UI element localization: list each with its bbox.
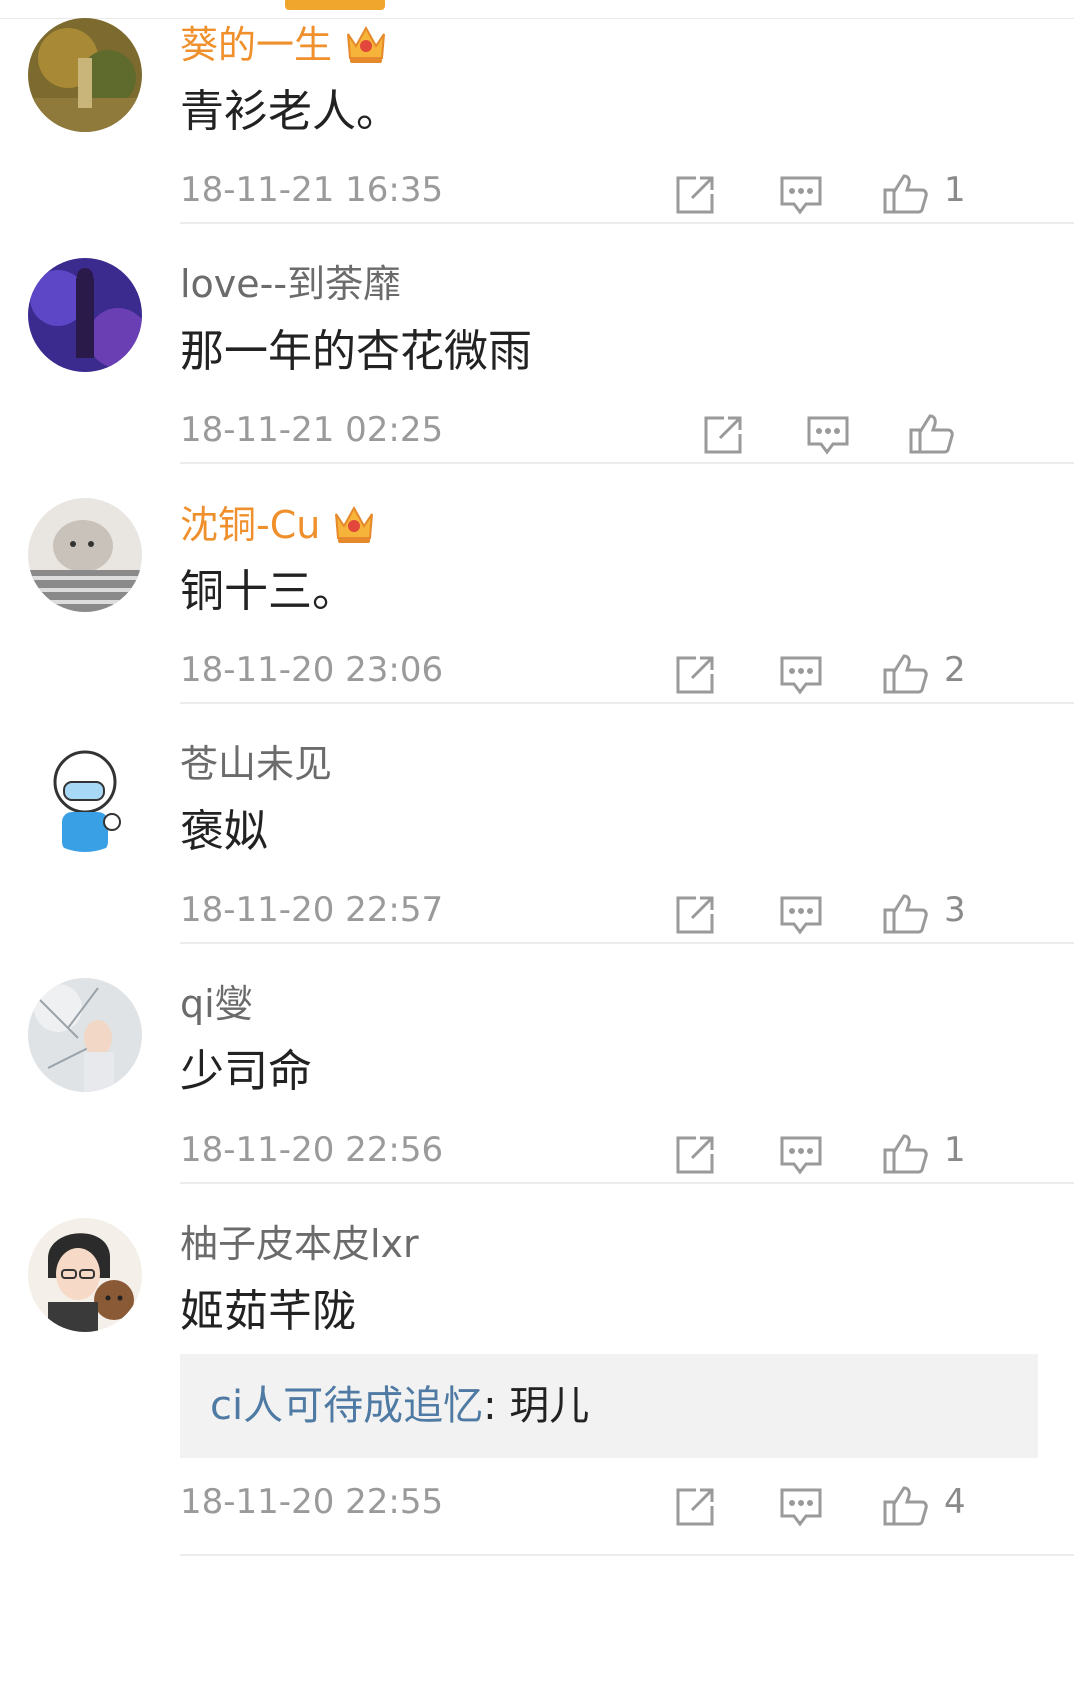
reply-separator: :: [483, 1383, 510, 1429]
thumbs-up-icon[interactable]: [882, 170, 928, 216]
like-count: 1: [944, 170, 966, 210]
divider: [180, 1554, 1074, 1556]
avatar[interactable]: [28, 258, 142, 372]
like-count: 4: [944, 1482, 966, 1522]
comment-text: 姬茹芊陇: [180, 1286, 356, 1337]
comment-icon[interactable]: [778, 892, 824, 938]
share-icon[interactable]: [700, 412, 746, 458]
vip-crown-icon: [335, 505, 374, 543]
thumbs-up-icon[interactable]: [882, 650, 928, 696]
username[interactable]: qi燮: [180, 980, 253, 1028]
like-count: 3: [944, 890, 966, 930]
comment-icon[interactable]: [778, 172, 824, 218]
divider: [180, 942, 1074, 944]
timestamp: 18-11-20 22:55: [180, 1482, 444, 1522]
comment-text: 少司命: [180, 1046, 312, 1097]
username[interactable]: 柚子皮本皮lxr: [180, 1220, 419, 1268]
comment-text: 铜十三。: [180, 566, 356, 617]
divider: [180, 702, 1074, 704]
reply-text: 玥儿: [509, 1383, 590, 1429]
comment-icon[interactable]: [778, 1484, 824, 1530]
username[interactable]: 沈铜-Cu: [180, 500, 378, 549]
username[interactable]: love--到荼靡: [180, 260, 401, 308]
timestamp: 18-11-20 22:57: [180, 890, 444, 930]
reply-username[interactable]: ci人可待成追忆: [210, 1383, 483, 1429]
comment-item: qi燮 少司命 18-11-20 22:56 1: [0, 978, 1074, 1238]
avatar[interactable]: [28, 18, 142, 132]
username[interactable]: 葵的一生: [180, 20, 390, 69]
like-count: 1: [944, 1130, 966, 1170]
username[interactable]: 苍山未见: [180, 740, 332, 788]
avatar[interactable]: [28, 498, 142, 612]
timestamp: 18-11-21 02:25: [180, 410, 444, 450]
comment-item: 苍山未见 褒姒 18-11-20 22:57 3: [0, 738, 1074, 998]
share-icon[interactable]: [672, 892, 718, 938]
thumbs-up-icon[interactable]: [882, 1130, 928, 1176]
share-icon[interactable]: [672, 1484, 718, 1530]
divider: [180, 462, 1074, 464]
timestamp: 18-11-20 22:56: [180, 1130, 444, 1170]
timestamp: 18-11-20 23:06: [180, 650, 444, 690]
comment-icon[interactable]: [805, 412, 851, 458]
vip-crown-icon: [347, 25, 386, 63]
comment-item: 葵的一生 青衫老人。 18-11-21 16:35 1: [0, 18, 1074, 278]
comment-text: 青衫老人。: [180, 86, 400, 137]
like-count: 2: [944, 650, 966, 690]
share-icon[interactable]: [672, 652, 718, 698]
tab-indicator: [285, 0, 385, 10]
comment-item: 柚子皮本皮lxr 姬茹芊陇 ci人可待成追忆: 玥儿 18-11-20 22:5…: [0, 1218, 1074, 1618]
avatar[interactable]: [28, 978, 142, 1092]
avatar[interactable]: [28, 738, 142, 852]
thumbs-up-icon[interactable]: [882, 890, 928, 936]
comment-icon[interactable]: [778, 652, 824, 698]
comment-text: 那一年的杏花微雨: [180, 326, 532, 377]
avatar[interactable]: [28, 1218, 142, 1332]
comment-item: love--到荼靡 那一年的杏花微雨 18-11-21 02:25: [0, 258, 1074, 518]
thumbs-up-icon[interactable]: [882, 1482, 928, 1528]
comment-icon[interactable]: [778, 1132, 824, 1178]
thumbs-up-icon[interactable]: [908, 410, 954, 456]
reply-line: ci人可待成追忆: 玥儿: [210, 1380, 589, 1432]
share-icon[interactable]: [672, 1132, 718, 1178]
divider: [180, 222, 1074, 224]
reply-box[interactable]: ci人可待成追忆: 玥儿: [180, 1354, 1038, 1458]
comment-text: 褒姒: [180, 806, 268, 857]
divider: [180, 1182, 1074, 1184]
timestamp: 18-11-21 16:35: [180, 170, 444, 210]
share-icon[interactable]: [672, 172, 718, 218]
comment-item: 沈铜-Cu 铜十三。 18-11-20 23:06 2: [0, 498, 1074, 758]
